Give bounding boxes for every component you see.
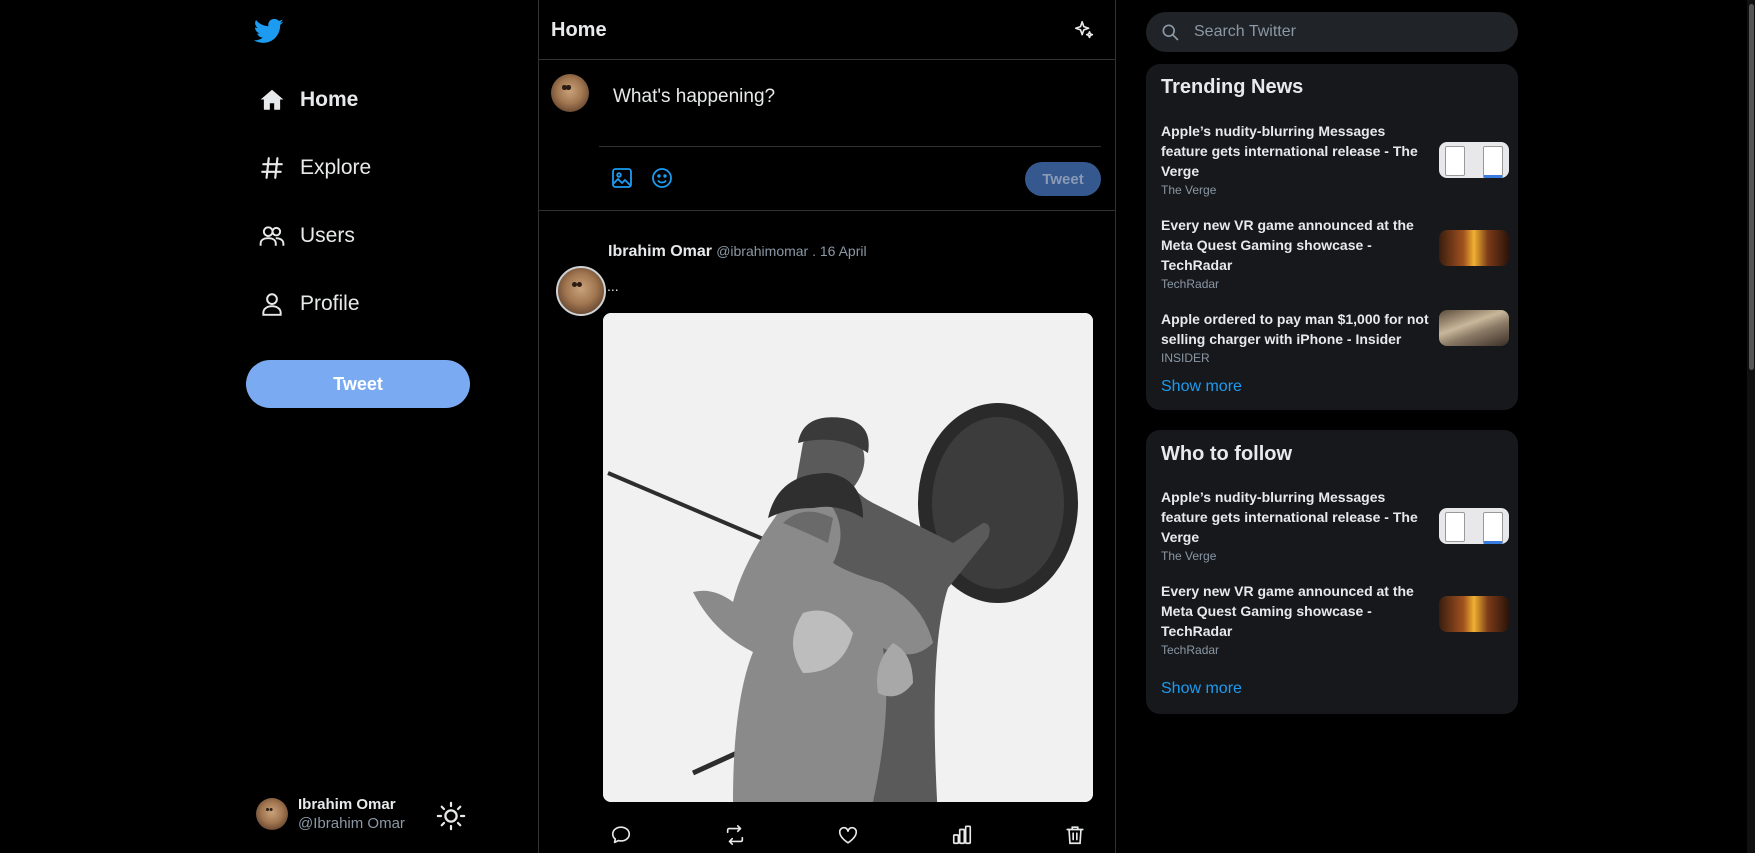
news-item[interactable]: Every new VR game announced at the Meta … (1161, 215, 1509, 291)
tweet-button[interactable]: Tweet (246, 360, 470, 408)
trash-icon[interactable] (1064, 824, 1086, 846)
trending-title: Trending News (1161, 76, 1304, 98)
sparkle-icon[interactable] (1073, 20, 1095, 42)
news-source: TechRadar (1161, 277, 1220, 291)
post-meta: @ibrahimomar . 16 April (716, 243, 867, 259)
home-icon (258, 86, 286, 114)
divider (539, 59, 1115, 60)
sun-icon[interactable] (436, 801, 466, 831)
news-title: Apple’s nudity-blurring Messages feature… (1161, 123, 1418, 179)
news-thumbnail (1439, 230, 1509, 266)
reply-icon[interactable] (610, 824, 632, 846)
follow-thumbnail (1439, 596, 1509, 632)
news-title: Every new VR game announced at the Meta … (1161, 217, 1414, 273)
trending-news-panel: Trending News Apple’s nudity-blurring Me… (1146, 64, 1518, 410)
nav-profile-label: Profile (300, 292, 360, 315)
account-switcher[interactable]: Ibrahim Omar @Ibrahim Omar (256, 796, 405, 832)
follow-item-title: Apple’s nudity-blurring Messages feature… (1161, 489, 1418, 545)
news-thumbnail (1439, 310, 1509, 346)
nav-users-label: Users (300, 224, 355, 247)
compose-avatar (551, 74, 589, 112)
search-icon (1160, 22, 1180, 42)
retweet-icon[interactable] (724, 824, 746, 846)
account-name: Ibrahim Omar (298, 796, 396, 813)
news-item[interactable]: Apple ordered to pay man $1,000 for not … (1161, 309, 1509, 365)
analytics-icon[interactable] (951, 824, 973, 846)
account-handle: @Ibrahim Omar (298, 815, 405, 832)
follow-item-source: The Verge (1161, 549, 1217, 563)
nav-explore[interactable]: Explore (258, 151, 371, 185)
news-thumbnail (1439, 142, 1509, 178)
compose-tweet-button[interactable]: Tweet (1025, 162, 1101, 196)
news-source: The Verge (1161, 183, 1217, 197)
emoji-icon[interactable] (650, 166, 674, 190)
follow-thumbnail (1439, 508, 1509, 544)
show-more-link[interactable]: Show more (1161, 680, 1242, 698)
search-bar[interactable] (1146, 12, 1518, 52)
twitter-logo-icon[interactable] (254, 16, 284, 46)
search-input[interactable] (1192, 22, 1496, 42)
main-feed: Home Tweet Ibrahim Omar @ibrahimomar . 1… (538, 0, 1116, 853)
post-header: Ibrahim Omar @ibrahimomar . 16 April (608, 243, 867, 261)
show-more-link[interactable]: Show more (1161, 378, 1242, 396)
hashtag-icon (258, 154, 286, 182)
follow-title: Who to follow (1161, 443, 1293, 465)
news-source: INSIDER (1161, 351, 1210, 365)
image-icon[interactable] (610, 166, 634, 190)
nav-explore-label: Explore (300, 156, 372, 179)
users-icon (258, 222, 286, 250)
who-to-follow-panel: Who to follow Apple’s nudity-blurring Me… (1146, 430, 1518, 714)
follow-item[interactable]: Every new VR game announced at the Meta … (1161, 581, 1509, 657)
compose-input[interactable] (611, 80, 1095, 114)
news-title: Apple ordered to pay man $1,000 for not … (1161, 311, 1429, 347)
post-image[interactable] (603, 313, 1093, 802)
avatar (256, 798, 288, 830)
follow-item-source: TechRadar (1161, 643, 1220, 657)
heart-icon[interactable] (837, 824, 859, 846)
news-item[interactable]: Apple’s nudity-blurring Messages feature… (1161, 121, 1509, 197)
post-avatar[interactable] (556, 266, 606, 316)
page-title: Home (551, 19, 607, 41)
nav-users[interactable]: Users (258, 219, 355, 253)
post-text: ... (607, 278, 619, 294)
divider (539, 210, 1115, 211)
user-icon (258, 290, 286, 318)
nav-home[interactable]: Home (258, 83, 358, 117)
follow-item[interactable]: Apple’s nudity-blurring Messages feature… (1161, 487, 1509, 563)
nav-profile[interactable]: Profile (258, 287, 360, 321)
nav-home-label: Home (300, 88, 359, 111)
follow-item-title: Every new VR game announced at the Meta … (1161, 583, 1414, 639)
scrollbar-thumb[interactable] (1749, 4, 1754, 370)
post-author-name[interactable]: Ibrahim Omar (608, 243, 712, 260)
divider (599, 146, 1101, 147)
